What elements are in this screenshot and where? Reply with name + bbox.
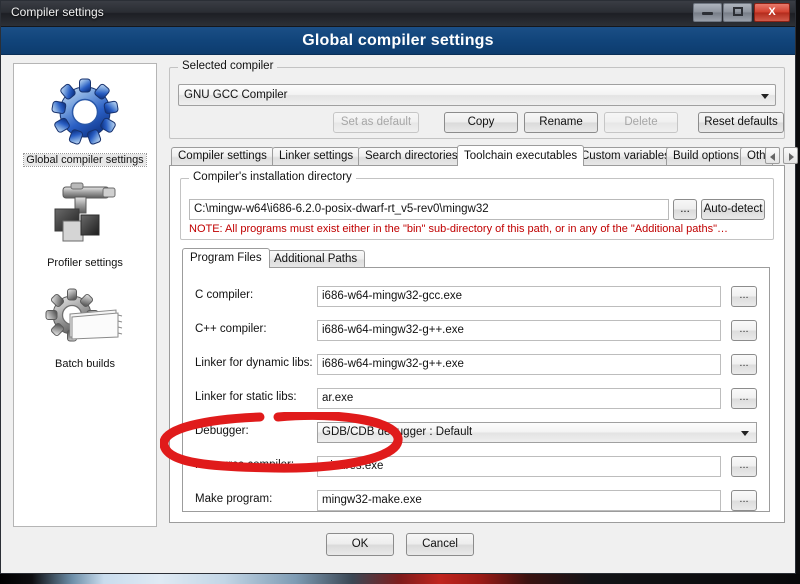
tab-compiler-settings[interactable]: Compiler settings	[171, 147, 274, 166]
row-c-compiler: C compiler: i686-w64-mingw32-gcc.exe ...	[183, 286, 769, 308]
row-linker-dynamic: Linker for dynamic libs: i686-w64-mingw3…	[183, 354, 769, 376]
install-directory-note: NOTE: All programs must exist either in …	[189, 223, 728, 235]
minimize-icon	[702, 12, 713, 15]
tab-program-files[interactable]: Program Files	[182, 248, 270, 268]
reset-defaults-button[interactable]: Reset defaults	[698, 112, 784, 133]
wallpaper-strip	[0, 574, 800, 584]
install-directory-legend: Compiler's installation directory	[189, 171, 356, 183]
make-program-browse-button[interactable]: ...	[731, 490, 757, 511]
toolchain-executables-page: Compiler's installation directory C:\min…	[169, 165, 785, 523]
row-linker-static: Linker for static libs: ar.exe ...	[183, 388, 769, 410]
tab-linker-settings[interactable]: Linker settings	[272, 147, 361, 166]
sidebar-item-label: Profiler settings	[47, 257, 123, 269]
cpp-compiler-label: C++ compiler:	[195, 323, 267, 335]
linker-dynamic-input[interactable]: i686-w64-mingw32-g++.exe	[317, 354, 721, 375]
window-titlebar: Compiler settings X	[1, 1, 795, 27]
settings-sidebar: Global compiler settings Profiler settin…	[13, 63, 157, 527]
install-directory-input[interactable]: C:\mingw-w64\i686-6.2.0-posix-dwarf-rt_v…	[189, 199, 669, 220]
tab-custom-variables[interactable]: Custom variables	[574, 147, 677, 166]
maximize-icon	[732, 7, 743, 16]
row-make-program: Make program: mingw32-make.exe ...	[183, 490, 769, 512]
row-cpp-compiler: C++ compiler: i686-w64-mingw32-g++.exe .…	[183, 320, 769, 342]
window-content: Global compiler settings Profiler settin…	[1, 55, 798, 573]
sidebar-item-batch-builds[interactable]: Batch builds	[14, 269, 156, 370]
sidebar-item-profiler-settings[interactable]: Profiler settings	[14, 168, 156, 269]
linker-static-input[interactable]: ar.exe	[317, 388, 721, 409]
install-directory-group: Compiler's installation directory C:\min…	[180, 171, 774, 240]
debugger-select-value: GDB/CDB debugger : Default	[322, 426, 473, 438]
copy-button[interactable]: Copy	[444, 112, 518, 133]
debugger-label: Debugger:	[195, 425, 249, 437]
resource-compiler-browse-button[interactable]: ...	[731, 456, 757, 477]
cancel-button[interactable]: Cancel	[406, 533, 474, 556]
set-as-default-button[interactable]: Set as default	[333, 112, 419, 133]
settings-tabstrip: Compiler settings Linker settings Search…	[169, 145, 798, 166]
ok-button[interactable]: OK	[326, 533, 394, 556]
linker-static-label: Linker for static libs:	[195, 391, 297, 403]
sidebar-item-label: Global compiler settings	[23, 153, 147, 167]
settings-pane: Selected compiler GNU GCC Compiler Set a…	[169, 60, 798, 565]
make-program-label: Make program:	[195, 493, 273, 505]
selected-compiler-group: Selected compiler GNU GCC Compiler Set a…	[169, 60, 785, 139]
tab-additional-paths[interactable]: Additional Paths	[266, 250, 366, 268]
auto-detect-button[interactable]: Auto-detect	[701, 199, 765, 220]
selected-compiler-legend: Selected compiler	[178, 60, 278, 72]
blue-gear-icon	[14, 76, 156, 150]
chevron-down-icon	[761, 94, 769, 99]
sidebar-item-label: Batch builds	[55, 358, 115, 370]
compiler-select[interactable]: GNU GCC Compiler	[178, 84, 776, 106]
compiler-select-value: GNU GCC Compiler	[184, 89, 288, 101]
sidebar-item-global-compiler-settings[interactable]: Global compiler settings	[14, 64, 156, 168]
page-title: Global compiler settings	[1, 27, 795, 55]
tab-build-options[interactable]: Build options	[666, 147, 746, 166]
program-files-tabstrip: Program Files Additional Paths	[182, 248, 770, 268]
tab-search-directories[interactable]: Search directories	[358, 147, 465, 166]
resource-compiler-label: Resource compiler:	[195, 459, 295, 471]
linker-dynamic-browse-button[interactable]: ...	[731, 354, 757, 375]
profiler-clamp-icon	[14, 180, 156, 254]
tab-toolchain-executables[interactable]: Toolchain executables	[457, 145, 585, 166]
gear-pages-icon	[14, 281, 156, 355]
make-program-input[interactable]: mingw32-make.exe	[317, 490, 721, 511]
window-title: Compiler settings	[11, 5, 104, 19]
resource-compiler-input[interactable]: windres.exe	[317, 456, 721, 477]
cpp-compiler-browse-button[interactable]: ...	[731, 320, 757, 341]
delete-button[interactable]: Delete	[604, 112, 678, 133]
rename-button[interactable]: Rename	[524, 112, 598, 133]
chevron-down-icon	[741, 431, 749, 436]
c-compiler-input[interactable]: i686-w64-mingw32-gcc.exe	[317, 286, 721, 307]
c-compiler-browse-button[interactable]: ...	[731, 286, 757, 307]
row-debugger: Debugger: GDB/CDB debugger : Default	[183, 422, 769, 444]
cpp-compiler-input[interactable]: i686-w64-mingw32-g++.exe	[317, 320, 721, 341]
linker-static-browse-button[interactable]: ...	[731, 388, 757, 409]
dialog-footer: OK Cancel	[169, 533, 785, 559]
close-button[interactable]: X	[754, 3, 790, 22]
chevron-right-icon	[789, 153, 794, 161]
minimize-button[interactable]	[693, 3, 722, 22]
row-resource-compiler: Resource compiler: windres.exe ...	[183, 456, 769, 478]
compiler-settings-window: Compiler settings X Global compiler sett…	[0, 0, 798, 574]
chevron-left-icon	[770, 153, 775, 161]
program-files-panel: C compiler: i686-w64-mingw32-gcc.exe ...…	[182, 267, 770, 512]
debugger-select[interactable]: GDB/CDB debugger : Default	[317, 422, 757, 443]
install-directory-browse-button[interactable]: ...	[673, 199, 697, 220]
tab-scroll-left-button[interactable]	[765, 147, 780, 164]
linker-dynamic-label: Linker for dynamic libs:	[195, 357, 313, 369]
c-compiler-label: C compiler:	[195, 289, 254, 301]
maximize-button[interactable]	[723, 3, 752, 22]
tab-scroll-right-button[interactable]	[783, 147, 798, 164]
